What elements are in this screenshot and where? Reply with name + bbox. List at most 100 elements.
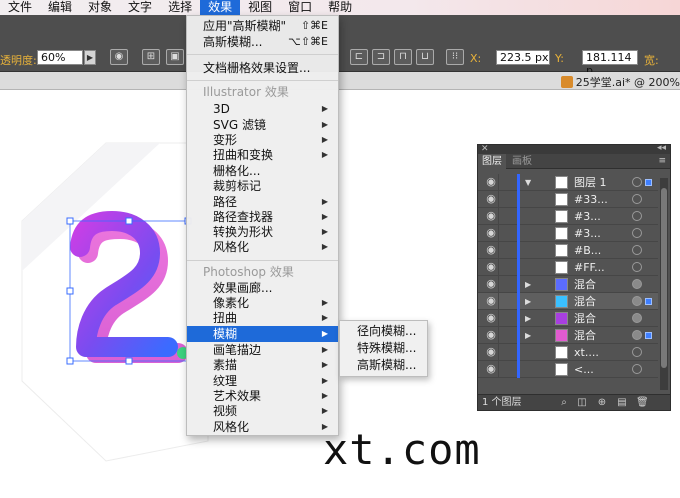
layer-row[interactable]: ◉ ▶ 混合 [478, 310, 658, 327]
layer-row[interactable]: ◉ ▼ 图层 1 [478, 174, 658, 191]
twirl-icon[interactable]: ▼ [525, 175, 531, 190]
new-layer-icon[interactable]: ▤ [616, 396, 628, 409]
layer-name[interactable]: #3... [574, 225, 601, 242]
layer-name[interactable]: 图层 1 [574, 174, 607, 191]
layer-row[interactable]: ◉ #FF... [478, 259, 658, 276]
align-middle-icon[interactable]: ⊔ [416, 49, 434, 65]
menu-view[interactable]: 视图 [240, 0, 280, 15]
eye-icon[interactable]: ◉ [484, 328, 498, 342]
layer-row[interactable]: ◉ #33... [478, 191, 658, 208]
menu-item-last-effect[interactable]: 高斯模糊... ⌥⇧⌘E [187, 34, 338, 50]
twirl-icon[interactable]: ▶ [525, 294, 531, 309]
eye-icon[interactable]: ◉ [484, 294, 498, 308]
eye-icon[interactable]: ◉ [484, 362, 498, 376]
menu-item-distort-transform[interactable]: 扭曲和变换 ▶ [187, 147, 338, 163]
menu-item-rasterize[interactable]: 栅格化... [187, 163, 338, 179]
menu-item-pathfinder[interactable]: 路径查找器 ▶ [187, 209, 338, 225]
menu-item-brush-strokes[interactable]: 画笔描边 ▶ [187, 342, 338, 358]
eye-icon[interactable]: ◉ [484, 260, 498, 274]
lock-column[interactable] [498, 344, 499, 361]
lock-column[interactable] [498, 310, 499, 327]
eye-icon[interactable]: ◉ [484, 209, 498, 223]
layer-name[interactable]: #33... [574, 191, 608, 208]
lock-column[interactable] [498, 191, 499, 208]
align-left-icon[interactable]: ⊏ [350, 49, 368, 65]
selection-indicator[interactable] [645, 332, 652, 339]
menu-item-texture[interactable]: 纹理 ▶ [187, 373, 338, 389]
recolor-icon[interactable]: ◉ [110, 49, 128, 65]
layer-name[interactable]: <... [574, 361, 594, 378]
eye-icon[interactable]: ◉ [484, 226, 498, 240]
menu-item-convert-to-shape[interactable]: 转换为形状 ▶ [187, 224, 338, 240]
menu-item-apply-last-effect[interactable]: 应用"高斯模糊" ⇧⌘E [187, 18, 338, 34]
target-icon[interactable] [632, 194, 642, 204]
transform-icon[interactable]: ▣ [166, 49, 184, 65]
target-icon[interactable] [632, 262, 642, 272]
selection-indicator[interactable] [645, 179, 652, 186]
tab-artboards[interactable]: 画板 [508, 154, 536, 169]
document-tab[interactable]: 25学堂.ai* @ 200% [560, 74, 680, 90]
target-icon[interactable] [632, 347, 642, 357]
eye-icon[interactable]: ◉ [484, 311, 498, 325]
menu-item-pixelate[interactable]: 像素化 ▶ [187, 295, 338, 311]
collapse-icon[interactable]: ◂◂ [657, 143, 666, 153]
lock-column[interactable] [498, 259, 499, 276]
target-icon[interactable] [632, 330, 642, 340]
menu-item-svg-filters[interactable]: SVG 滤镜 ▶ [187, 117, 338, 133]
target-icon[interactable] [632, 177, 642, 187]
layer-name[interactable]: 混合 [574, 327, 596, 344]
menu-item-distort[interactable]: 扭曲 ▶ [187, 310, 338, 326]
align-center-icon[interactable]: ⊐ [372, 49, 390, 65]
tab-layers[interactable]: 图层 [478, 154, 506, 169]
lock-column[interactable] [498, 225, 499, 242]
target-icon[interactable] [632, 296, 642, 306]
lock-column[interactable] [498, 242, 499, 259]
layer-row[interactable]: ◉ #3... [478, 225, 658, 242]
lock-column[interactable] [498, 276, 499, 293]
eye-icon[interactable]: ◉ [484, 192, 498, 206]
y-input[interactable]: 181.114 p [582, 50, 638, 77]
reference-point-icon[interactable]: ⁝⁝ [446, 49, 464, 65]
menu-type[interactable]: 文字 [120, 0, 160, 15]
twirl-icon[interactable]: ▶ [525, 328, 531, 343]
target-icon[interactable] [632, 364, 642, 374]
new-sublayer-icon[interactable]: ⊕ [596, 396, 608, 409]
menu-select[interactable]: 选择 [160, 0, 200, 15]
menu-object[interactable]: 对象 [80, 0, 120, 15]
align-top-icon[interactable]: ⊓ [394, 49, 412, 65]
menu-item-stylize-photoshop[interactable]: 风格化 ▶ [187, 419, 338, 435]
menu-help[interactable]: 帮助 [320, 0, 360, 15]
layer-name[interactable]: 混合 [574, 276, 596, 293]
layer-name[interactable]: #3... [574, 208, 601, 225]
selection-indicator[interactable] [645, 298, 652, 305]
locate-object-icon[interactable]: ⌕ [558, 396, 570, 409]
layer-row[interactable]: ◉ #3... [478, 208, 658, 225]
menu-item-stylize-illustrator[interactable]: 风格化 ▶ [187, 239, 338, 255]
panel-scrollbar[interactable] [660, 178, 668, 390]
layer-name[interactable]: #FF... [574, 259, 605, 276]
scrollbar-thumb[interactable] [661, 188, 667, 368]
menu-file[interactable]: 文件 [0, 0, 40, 15]
align-grid-icon[interactable]: ⊞ [142, 49, 160, 65]
opacity-input[interactable]: 60% [37, 50, 83, 65]
eye-icon[interactable]: ◉ [484, 277, 498, 291]
menu-window[interactable]: 窗口 [280, 0, 320, 15]
opacity-dropdown-arrow[interactable]: ▶ [84, 50, 96, 65]
menu-item-3d[interactable]: 3D ▶ [187, 101, 338, 117]
lock-column[interactable] [498, 208, 499, 225]
target-icon[interactable] [632, 279, 642, 289]
layer-row[interactable]: ◉ ▶ 混合 [478, 293, 658, 310]
menu-item-document-raster-settings[interactable]: 文档栅格效果设置... [187, 60, 338, 76]
menu-item-effect-gallery[interactable]: 效果画廊... [187, 280, 338, 296]
menu-edit[interactable]: 编辑 [40, 0, 80, 15]
layer-name[interactable]: 混合 [574, 293, 596, 310]
menu-item-gaussian-blur[interactable]: 高斯模糊... [340, 357, 427, 374]
target-icon[interactable] [632, 245, 642, 255]
eye-icon[interactable]: ◉ [484, 345, 498, 359]
eye-icon[interactable]: ◉ [484, 243, 498, 257]
lock-column[interactable] [498, 361, 499, 378]
layer-name[interactable]: #B... [574, 242, 601, 259]
menu-item-radial-blur[interactable]: 径向模糊... [340, 323, 427, 340]
eye-icon[interactable]: ◉ [484, 175, 498, 189]
twirl-icon[interactable]: ▶ [525, 311, 531, 326]
